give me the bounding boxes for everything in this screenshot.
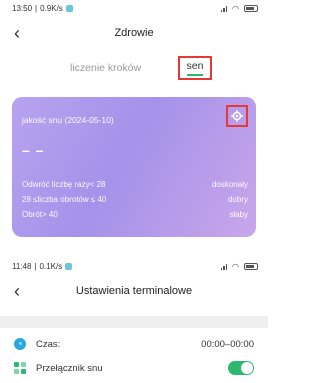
sleep-switch-icon: [14, 362, 26, 374]
sleep-switch-toggle[interactable]: [228, 361, 254, 375]
active-tab-indicator: [187, 73, 203, 76]
tab-bar: liczenie kroków sen: [0, 56, 268, 84]
sleep-switch-label: Przełącznik snu: [36, 362, 103, 374]
app-notification-icon: [65, 4, 73, 12]
status-network-speed: 0.1K/s: [39, 261, 63, 271]
chevron-left-icon[interactable]: ‹: [14, 24, 20, 42]
battery-icon: [244, 4, 258, 12]
chevron-left-icon[interactable]: ‹: [14, 282, 20, 300]
tab-sleep-label: sen: [186, 59, 204, 72]
page-title: Ustawienia terminalowe: [75, 285, 193, 297]
status-network-speed: 0.9K/s: [40, 3, 63, 13]
wifi-icon: ◠: [232, 261, 239, 271]
time-label: Czas:: [36, 338, 61, 350]
header: ‹ Ustawienia terminalowe: [0, 278, 268, 304]
rating-label: dobry: [227, 195, 248, 204]
gear-icon: [231, 110, 243, 122]
sleep-quality-label: jakość snu (2024-05-10): [22, 115, 114, 125]
rating-condition: Obrót> 40: [22, 210, 58, 219]
settings-button[interactable]: [226, 105, 248, 127]
rating-condition: Odwróć liczbę razy< 28: [22, 180, 106, 189]
header: ‹ Zdrowie: [0, 20, 268, 46]
section-separator: [0, 316, 268, 328]
signal-icon: [220, 263, 228, 270]
app-notification-icon: [65, 262, 73, 270]
rating-label: słaby: [229, 210, 248, 219]
tab-step-counting[interactable]: liczenie kroków: [70, 62, 141, 74]
sleep-quality-card: jakość snu (2024-05-10) – – Odwróć liczb…: [12, 97, 256, 237]
status-time: 13:50: [12, 3, 33, 13]
signal-icon: [220, 5, 228, 12]
status-bar: 13:50 | 0.9K/s ◠: [0, 0, 268, 16]
clock-icon: [14, 338, 26, 350]
time-range-value[interactable]: 00:00–00:00: [201, 339, 254, 350]
rating-label: doskonały: [211, 180, 248, 189]
rating-condition: 28 ≤liczba obrotów ≤ 40: [22, 195, 107, 204]
sleep-quality-value: – –: [22, 142, 45, 158]
page-title: Zdrowie: [114, 27, 154, 39]
battery-icon: [244, 262, 258, 270]
status-bar: 11:48 | 0.1K/s ◠: [0, 258, 268, 274]
rating-row: Odwróć liczbę razy< 28 doskonały: [22, 180, 248, 189]
time-setting-row[interactable]: Czas: 00:00–00:00: [0, 332, 268, 356]
sleep-switch-row: Przełącznik snu: [0, 356, 268, 380]
rating-row: Obrót> 40 słaby: [22, 210, 248, 219]
tab-sleep[interactable]: sen: [178, 56, 212, 80]
status-time: 11:48: [12, 261, 32, 271]
wifi-icon: ◠: [232, 3, 239, 13]
rating-row: 28 ≤liczba obrotów ≤ 40 dobry: [22, 195, 248, 204]
